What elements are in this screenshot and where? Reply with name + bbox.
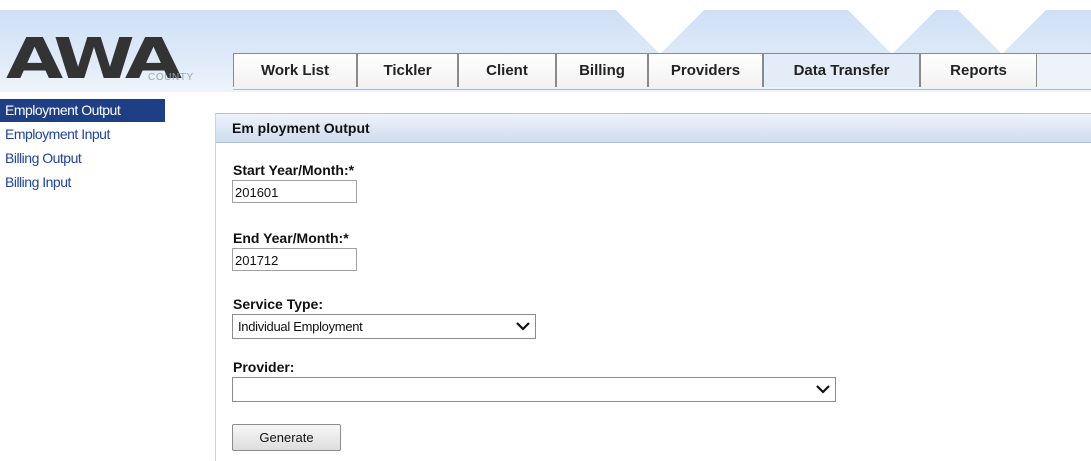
- background-decoration: [616, 10, 704, 54]
- tab-client[interactable]: Client: [458, 53, 556, 87]
- logo-county-text: COUNTY: [148, 72, 194, 83]
- tab-tickler[interactable]: Tickler: [357, 53, 458, 87]
- sidebar-nav: Employment Output Employment Input Billi…: [0, 99, 165, 195]
- generate-button[interactable]: Generate: [232, 424, 341, 451]
- sidebar-item-employment-output[interactable]: Employment Output: [0, 99, 165, 122]
- sidebar-item-employment-input[interactable]: Employment Input: [0, 123, 165, 146]
- background-decoration: [958, 10, 1046, 54]
- service-type-select[interactable]: Individual Employment: [232, 314, 536, 339]
- start-month-input[interactable]: [232, 180, 357, 203]
- sidebar-item-billing-input[interactable]: Billing Input: [0, 171, 165, 194]
- main-tabs: Work List Tickler Client Billing Provide…: [233, 53, 1091, 90]
- panel-title: Em ployment Output: [216, 113, 1091, 143]
- end-month-label: End Year/Month:*: [233, 230, 349, 246]
- provider-select[interactable]: [232, 377, 836, 402]
- service-type-label: Service Type:: [233, 296, 324, 312]
- provider-label: Provider:: [233, 359, 295, 375]
- tab-data-transfer[interactable]: Data Transfer: [763, 53, 920, 87]
- tab-reports[interactable]: Reports: [920, 53, 1037, 87]
- service-type-value: Individual Employment: [238, 319, 363, 334]
- tab-billing[interactable]: Billing: [556, 53, 648, 87]
- tab-bar-filler: [1037, 53, 1091, 87]
- employment-output-panel: Em ployment Output Start Year/Month:* En…: [215, 113, 1091, 461]
- chevron-down-icon: [816, 385, 830, 394]
- chevron-down-icon: [516, 322, 530, 331]
- sidebar-item-billing-output[interactable]: Billing Output: [0, 147, 165, 170]
- background-decoration: [848, 10, 936, 54]
- tab-providers[interactable]: Providers: [648, 53, 763, 87]
- start-month-label: Start Year/Month:*: [233, 162, 355, 178]
- end-month-input[interactable]: [232, 248, 357, 271]
- tab-work-list[interactable]: Work List: [233, 53, 357, 87]
